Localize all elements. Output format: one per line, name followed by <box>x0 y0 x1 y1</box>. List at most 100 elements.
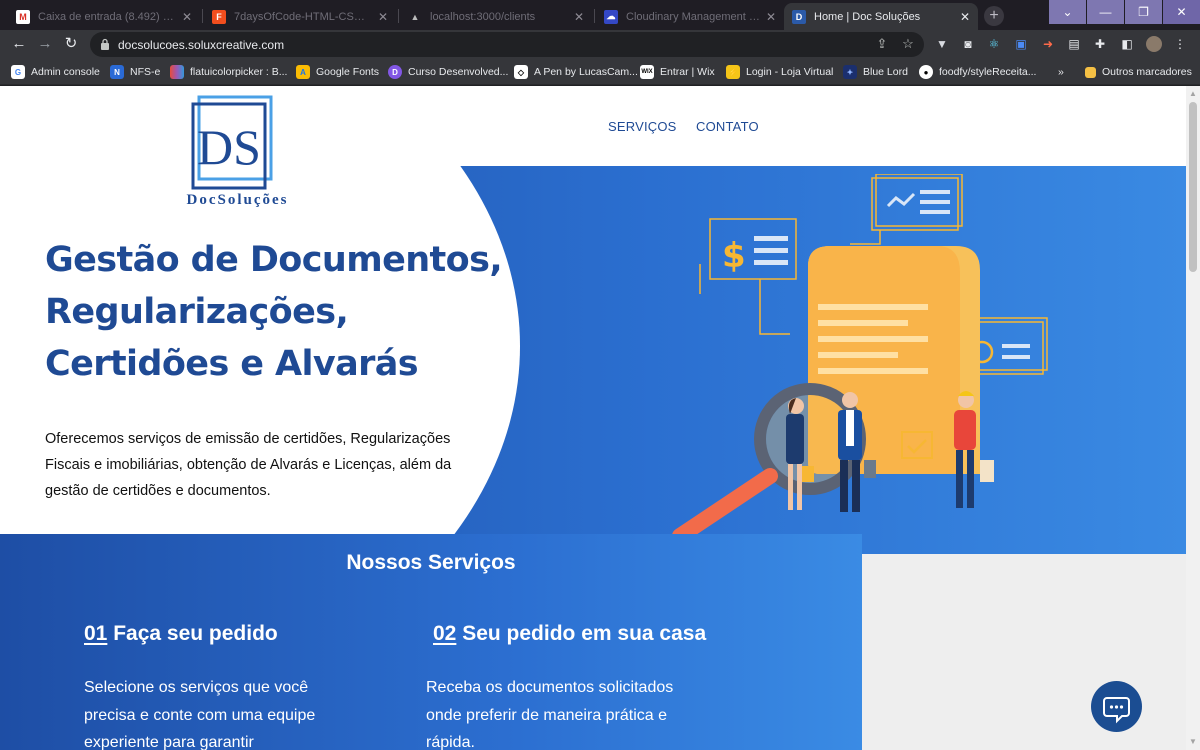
logo-monogram: DS <box>197 119 261 175</box>
service-step-number: 01 <box>84 622 108 645</box>
bookmark-admin-console[interactable]: G Admin console <box>11 64 100 80</box>
other-bookmarks-label: Outros marcadores <box>1102 66 1192 78</box>
other-bookmarks-folder[interactable]: Outros marcadores <box>1085 64 1192 80</box>
lock-icon <box>101 38 109 50</box>
google-fonts-icon: A <box>296 65 310 79</box>
puzzle-icon[interactable]: ✚ <box>1092 36 1108 52</box>
overflow-label: » <box>1058 66 1064 78</box>
chat-icon <box>1103 697 1130 724</box>
back-button[interactable]: ← <box>10 35 28 53</box>
react-devtools-icon[interactable]: ⚛ <box>986 36 1002 52</box>
close-icon[interactable]: ✕ <box>960 10 970 24</box>
bookmark-label: NFS-e <box>130 66 161 78</box>
logo-wordmark: DocSoluções <box>186 192 289 208</box>
camera-icon[interactable]: ◙ <box>960 36 976 52</box>
restore-button[interactable]: ❐ <box>1125 0 1162 24</box>
bookmark-label: Blue Lord <box>863 66 908 78</box>
bookmark-label: Curso Desenvolved... <box>408 66 509 78</box>
tab-title: Home | Doc Soluções <box>814 10 921 23</box>
page-viewport: DS DocSoluções SERVIÇOS CONTATO Gestão d… <box>0 86 1186 750</box>
bookmark-blue-lord[interactable]: ✦ Blue Lord <box>843 64 908 80</box>
bookmark-google-fonts[interactable]: A Google Fonts <box>296 64 379 80</box>
flatui-icon <box>170 65 184 79</box>
hero-title-line: Certidões e Alvarás <box>45 344 419 384</box>
menu-icon[interactable]: ⋮ <box>1172 36 1188 52</box>
tab-cloudinary[interactable]: ☁ Cloudinary Management Com ✕ <box>596 3 784 30</box>
scrollbar-thumb[interactable] <box>1189 102 1197 272</box>
document-search-illustration: $ <box>672 174 1048 536</box>
address-bar[interactable]: docsolucoes.soluxcreative.com ⇪ ☆ <box>90 32 924 57</box>
google-icon: G <box>11 65 25 79</box>
close-icon[interactable]: ✕ <box>574 10 584 24</box>
tab-figma[interactable]: F 7daysOfCode-HTML-CSS – Fig ✕ <box>204 3 396 30</box>
tab-title: Caixa de entrada (8.492) - solu <box>38 10 176 23</box>
tab-title: localhost:3000/clients <box>430 10 536 23</box>
service-step-title: 01 Faça seu pedido <box>84 622 278 646</box>
bookmark-curso[interactable]: D Curso Desenvolved... <box>388 64 508 80</box>
vercel-icon: ▲ <box>410 11 420 22</box>
hero-title-line: Regularizações, <box>45 292 349 332</box>
service-step-title: 02 Seu pedido em sua casa <box>433 622 706 646</box>
close-window-button[interactable]: ✕ <box>1163 0 1200 24</box>
close-icon[interactable]: ✕ <box>378 10 388 24</box>
bookmark-nfse[interactable]: N NFS-e <box>110 64 160 80</box>
gmail-icon: M <box>16 9 30 24</box>
scroll-down-icon[interactable]: ▼ <box>1189 738 1197 746</box>
service-step-text: Receba os documentos solicitados onde pr… <box>426 679 674 750</box>
chat-button[interactable] <box>1091 681 1142 732</box>
hero-title-line: Gestão de Documentos, <box>45 240 503 280</box>
side-panel-icon[interactable]: ◧ <box>1119 36 1135 52</box>
bookmark-label: Login - Loja Virtual <box>746 66 834 78</box>
notion-icon[interactable]: ▤ <box>1066 36 1082 52</box>
share-icon[interactable]: ⇪ <box>874 36 890 52</box>
bookmark-wix[interactable]: WIX Entrar | Wix <box>640 64 715 80</box>
codepen-icon: ◇ <box>514 65 528 79</box>
bookmark-label: Google Fonts <box>316 66 380 78</box>
bookmarks-bar: G Admin console N NFS-e flatuicolorpicke… <box>0 58 1200 85</box>
bookmark-codepen[interactable]: ◇ A Pen by LucasCam... <box>514 64 638 80</box>
tab-strip: M Caixa de entrada (8.492) - solu ✕ F 7d… <box>0 0 1200 30</box>
folder-icon <box>1085 66 1096 78</box>
wix-icon: WIX <box>640 65 654 79</box>
minimize-button[interactable]: — <box>1087 0 1124 24</box>
tab-localhost[interactable]: ▲ localhost:3000/clients ✕ <box>400 3 592 30</box>
new-tab-button[interactable]: + <box>984 6 1004 26</box>
bookmark-loja[interactable]: ⚡ Login - Loja Virtual <box>726 64 833 80</box>
tab-title: 7daysOfCode-HTML-CSS – Fig <box>234 10 372 23</box>
bookmarks-overflow-button[interactable]: » <box>1058 64 1064 80</box>
bookmark-label: flatuicolorpicker : B... <box>190 66 288 78</box>
tab-gmail[interactable]: M Caixa de entrada (8.492) - solu ✕ <box>8 3 200 30</box>
svg-text:$: $ <box>722 236 746 276</box>
nav-link-services[interactable]: SERVIÇOS <box>608 119 677 134</box>
star-icon[interactable]: ☆ <box>900 36 916 52</box>
docsolucoes-icon: D <box>792 9 806 24</box>
bookmark-label: Admin console <box>31 66 100 78</box>
avatar[interactable] <box>1146 36 1162 52</box>
forward-button[interactable]: → <box>36 35 54 53</box>
reload-button[interactable]: ↻ <box>62 35 80 53</box>
nav-link-contact[interactable]: CONTATO <box>696 119 759 134</box>
close-icon[interactable]: ✕ <box>766 10 776 24</box>
service-step-text: Selecione os serviços que você precisa e… <box>84 679 316 750</box>
page-scrollbar[interactable]: ▲ ▼ <box>1186 86 1200 750</box>
bluelord-icon: ✦ <box>843 65 857 79</box>
bookmark-label: Entrar | Wix <box>660 66 715 78</box>
bookmark-label: A Pen by LucasCam... <box>534 66 638 78</box>
vue-devtools-icon[interactable]: ▼ <box>934 36 950 52</box>
service-step-label: Seu pedido em sua casa <box>462 622 707 645</box>
extension-badge-icon[interactable]: ▣ <box>1013 36 1029 52</box>
close-icon[interactable]: ✕ <box>182 10 192 24</box>
tab-title: Cloudinary Management Com <box>626 10 760 23</box>
figma-icon: F <box>212 9 226 24</box>
course-icon: D <box>388 65 402 79</box>
bookmark-label: foodfy/styleReceita... <box>939 66 1037 78</box>
bookmark-flatui[interactable]: flatuicolorpicker : B... <box>170 64 287 80</box>
bookmark-foodfy[interactable]: ● foodfy/styleReceita... <box>919 64 1036 80</box>
tab-docsolucoes[interactable]: D Home | Doc Soluções ✕ <box>784 3 978 30</box>
scroll-up-icon[interactable]: ▲ <box>1189 90 1197 98</box>
hero-description: Oferecemos serviços de emissão de certid… <box>45 431 452 499</box>
arrow-extension-icon[interactable]: ➜ <box>1040 36 1056 52</box>
tab-search-button[interactable]: ⌄ <box>1049 0 1086 24</box>
github-icon: ● <box>919 65 933 79</box>
services-section: Nossos Serviços 01 Faça seu pedido Selec… <box>0 534 862 750</box>
